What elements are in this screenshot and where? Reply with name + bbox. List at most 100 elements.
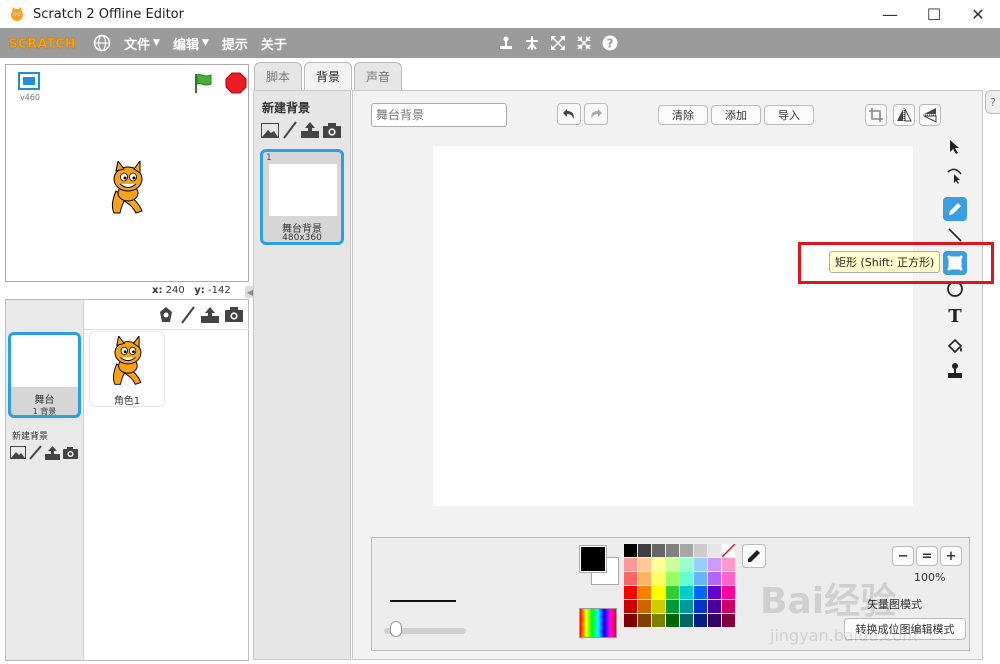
zoom-reset-button[interactable]: = [916, 546, 938, 566]
primary-color[interactable] [580, 546, 606, 572]
color-swatch[interactable] [638, 614, 651, 627]
select-tool[interactable] [943, 135, 967, 159]
close-button[interactable]: ✕ [956, 0, 1000, 28]
color-swatch[interactable] [722, 586, 735, 599]
color-swatch[interactable] [666, 600, 679, 613]
fullscreen-icon[interactable] [16, 70, 42, 94]
color-swatch[interactable] [722, 614, 735, 627]
add-button[interactable]: 添加 [711, 105, 761, 125]
fill-tool[interactable] [943, 335, 967, 359]
stamp-tool[interactable] [943, 359, 967, 383]
color-swatch[interactable] [638, 600, 651, 613]
color-swatch[interactable] [624, 558, 637, 571]
color-swatch[interactable] [652, 558, 665, 571]
cut-scissors-icon[interactable] [519, 28, 545, 58]
color-swatch[interactable] [638, 572, 651, 585]
color-swatch[interactable] [722, 572, 735, 585]
color-swatch[interactable] [666, 544, 679, 557]
flip-vertical-button[interactable] [919, 104, 941, 126]
scratch-logo[interactable]: SCRATCH [9, 32, 75, 54]
zoom-in-button[interactable]: + [940, 546, 962, 566]
color-swatch[interactable] [694, 600, 707, 613]
backdrop-name-input[interactable] [371, 103, 507, 127]
eyedropper-button[interactable] [742, 544, 766, 568]
tab-scripts[interactable]: 脚本 [254, 62, 303, 90]
color-swatch[interactable] [680, 572, 693, 585]
color-swatch[interactable] [666, 572, 679, 585]
color-swatch[interactable] [666, 586, 679, 599]
upload-icon[interactable] [45, 445, 60, 460]
paint-brush-icon[interactable] [181, 305, 195, 324]
menu-about[interactable]: 关于 [261, 34, 287, 53]
upload-icon[interactable] [201, 306, 219, 323]
color-swatch[interactable] [708, 544, 721, 557]
sprite-thumbnail[interactable]: 角色1 [90, 332, 164, 407]
menu-file[interactable]: 文件 ▼ [124, 34, 160, 53]
stage-thumbnail[interactable]: 舞台 1 背景 [8, 332, 81, 418]
color-swatch[interactable] [680, 600, 693, 613]
tab-sounds[interactable]: 声音 [354, 62, 403, 90]
reshape-tool[interactable] [943, 163, 967, 187]
image-library-icon[interactable] [261, 122, 279, 138]
color-spectrum-picker[interactable] [579, 608, 617, 638]
menu-edit[interactable]: 编辑 ▼ [173, 34, 209, 53]
transparent-swatch[interactable] [721, 543, 736, 558]
color-swatch[interactable] [694, 558, 707, 571]
paint-brush-icon[interactable] [29, 445, 42, 460]
color-swatch[interactable] [708, 600, 721, 613]
line-width-slider-handle[interactable] [390, 621, 402, 637]
globe-icon[interactable] [93, 34, 111, 52]
color-swatch[interactable] [638, 586, 651, 599]
color-swatch[interactable] [652, 600, 665, 613]
undo-button[interactable] [557, 103, 581, 125]
color-swatch[interactable] [680, 558, 693, 571]
color-swatch[interactable] [666, 558, 679, 571]
green-flag-icon[interactable] [192, 72, 214, 94]
color-swatch[interactable] [708, 614, 721, 627]
color-swatch[interactable] [708, 586, 721, 599]
grow-icon[interactable] [545, 28, 571, 58]
text-tool[interactable]: T [943, 303, 967, 327]
menu-tips[interactable]: 提示 [222, 34, 248, 53]
minimize-button[interactable]: — [868, 0, 912, 28]
color-swatch[interactable] [652, 544, 665, 557]
color-swatch[interactable] [694, 572, 707, 585]
color-swatch[interactable] [708, 558, 721, 571]
color-swatch[interactable] [624, 544, 637, 557]
color-swatch[interactable] [680, 586, 693, 599]
backdrop-item[interactable]: 1 舞台背景 480x360 [260, 149, 344, 245]
color-swatch[interactable] [708, 572, 721, 585]
image-library-icon[interactable] [10, 446, 26, 459]
color-swatch[interactable] [722, 600, 735, 613]
stop-sign-icon[interactable] [225, 72, 247, 94]
upload-icon[interactable] [301, 122, 319, 138]
help-question-icon[interactable]: ? [597, 28, 623, 58]
stage-canvas[interactable] [6, 101, 248, 281]
maximize-button[interactable]: ☐ [912, 0, 956, 28]
camera-icon[interactable] [323, 122, 341, 138]
color-swatch[interactable] [624, 614, 637, 627]
paint-brush-icon[interactable] [283, 121, 297, 139]
cat-sprite-on-stage[interactable] [104, 161, 150, 217]
drawing-canvas[interactable] [433, 146, 913, 506]
tab-backdrops[interactable]: 背景 [304, 62, 353, 90]
color-swatch[interactable] [638, 544, 651, 557]
color-swatch[interactable] [638, 558, 651, 571]
color-swatch[interactable] [680, 544, 693, 557]
help-tab[interactable]: ? [985, 90, 1000, 114]
camera-icon[interactable] [225, 307, 243, 322]
color-swatch[interactable] [680, 614, 693, 627]
redo-button[interactable] [584, 103, 608, 125]
color-swatch[interactable] [694, 586, 707, 599]
crop-button[interactable] [865, 104, 887, 126]
clear-button[interactable]: 清除 [658, 105, 708, 125]
shrink-icon[interactable] [571, 28, 597, 58]
color-swatch[interactable] [652, 586, 665, 599]
color-swatch[interactable] [624, 586, 637, 599]
duplicate-stamp-icon[interactable] [493, 28, 519, 58]
color-swatch[interactable] [694, 614, 707, 627]
zoom-out-button[interactable]: − [892, 546, 914, 566]
sprite-library-icon[interactable] [157, 306, 175, 324]
color-swatch[interactable] [652, 614, 665, 627]
flip-horizontal-button[interactable] [893, 104, 915, 126]
